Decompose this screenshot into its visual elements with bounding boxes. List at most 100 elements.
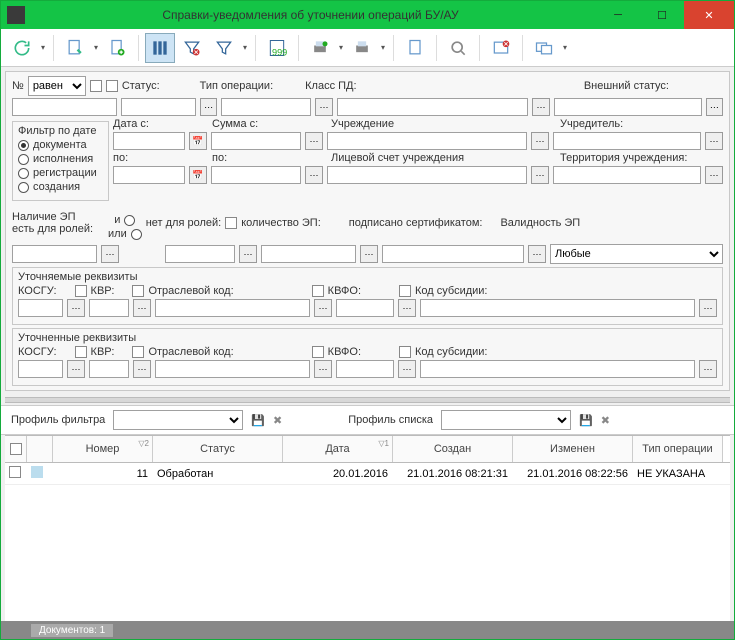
close-button[interactable]: ✕: [684, 1, 734, 29]
founder-input[interactable]: [553, 132, 701, 150]
titlebar: Справки-уведомления об уточнении операци…: [1, 1, 734, 29]
ep-count-lookup[interactable]: ⋯: [360, 245, 378, 263]
g2-kvfo-input[interactable]: [336, 360, 394, 378]
calc-icon[interactable]: 999.99: [262, 33, 292, 63]
g2-kosgu-input[interactable]: [18, 360, 63, 378]
status-check[interactable]: [106, 80, 118, 92]
new-icon[interactable]: [102, 33, 132, 63]
classpd-label: Класс ПД:: [305, 80, 356, 92]
extstatus-lookup[interactable]: ⋯: [706, 98, 723, 116]
number-op-select[interactable]: равен: [28, 76, 86, 96]
ep-has-lookup[interactable]: ⋯: [101, 245, 119, 263]
optype-lookup[interactable]: ⋯: [315, 98, 332, 116]
acct-lookup[interactable]: ⋯: [531, 166, 549, 184]
refresh-icon[interactable]: [7, 33, 37, 63]
ep-validity-select[interactable]: Любые: [550, 244, 723, 264]
terr-lookup[interactable]: ⋯: [705, 166, 723, 184]
header-check[interactable]: [10, 443, 22, 455]
list-profile-select[interactable]: [441, 410, 571, 430]
g1-subsidy-input[interactable]: [420, 299, 695, 317]
minimize-button[interactable]: ─: [596, 1, 640, 29]
filter-panel: № равен Статус: Тип операции: Класс ПД: …: [5, 71, 730, 391]
print1-drop[interactable]: ▾: [337, 43, 345, 52]
g2-otrasl-input[interactable]: [155, 360, 310, 378]
svg-text:999.99: 999.99: [272, 47, 287, 57]
status-docs: Документов: 1: [31, 624, 113, 637]
row-check[interactable]: [9, 466, 21, 478]
terr-input[interactable]: [553, 166, 701, 184]
status-lookup[interactable]: ⋯: [200, 98, 217, 116]
ep-count-input[interactable]: [261, 245, 356, 263]
ep-count-check[interactable]: [225, 217, 237, 229]
ep-no-input[interactable]: [165, 245, 235, 263]
date-to-input[interactable]: [113, 166, 185, 184]
radio-reg[interactable]: [18, 168, 29, 179]
g2-kvr-input[interactable]: [89, 360, 129, 378]
main-toolbar: ▾ ▾ ▾ 999.99 ▾ ▾ ▾: [1, 29, 734, 67]
doc-icon[interactable]: [400, 33, 430, 63]
table-row[interactable]: 11 Обработан 20.01.2016 21.01.2016 08:21…: [5, 463, 730, 485]
number-check[interactable]: [90, 80, 102, 92]
splitter[interactable]: [5, 397, 730, 403]
data-grid: Номер▽2 Статус Дата▽1 Создан Изменен Тип…: [5, 435, 730, 621]
clear-filter-icon[interactable]: ✖: [273, 414, 282, 427]
inst-lookup[interactable]: ⋯: [531, 132, 549, 150]
edit-drop[interactable]: ▾: [92, 43, 100, 52]
sum-to-btn[interactable]: ⋯: [305, 166, 323, 184]
print2-icon[interactable]: [347, 33, 377, 63]
edit-icon[interactable]: [60, 33, 90, 63]
group-specified: Уточняемые реквизиты КОСГУ: КВР: Отрасле…: [12, 267, 723, 325]
date-to-cal[interactable]: 📅: [189, 166, 207, 184]
clear-list-icon[interactable]: ✖: [601, 414, 610, 427]
optype-input[interactable]: [221, 98, 311, 116]
filter3-drop[interactable]: ▾: [241, 43, 249, 52]
sum-from-btn[interactable]: ⋯: [305, 132, 323, 150]
windows-icon[interactable]: [529, 33, 559, 63]
save-filter-icon[interactable]: 💾: [251, 414, 265, 427]
ep-or-radio[interactable]: [131, 229, 142, 240]
date-from-cal[interactable]: 📅: [189, 132, 207, 150]
classpd-input[interactable]: [337, 98, 529, 116]
date-from-input[interactable]: [113, 132, 185, 150]
radio-exec[interactable]: [18, 154, 29, 165]
g1-kvfo-input[interactable]: [336, 299, 394, 317]
print1-icon[interactable]: [305, 33, 335, 63]
extstatus-input[interactable]: [554, 98, 702, 116]
save-list-icon[interactable]: 💾: [579, 414, 593, 427]
windows-drop[interactable]: ▾: [561, 43, 569, 52]
status-input[interactable]: [121, 98, 196, 116]
window-title: Справки-уведомления об уточнении операци…: [25, 8, 596, 22]
ep-and-radio[interactable]: [124, 215, 135, 226]
classpd-lookup[interactable]: ⋯: [532, 98, 549, 116]
radio-doc[interactable]: [18, 140, 29, 151]
filter-profile-select[interactable]: [113, 410, 243, 430]
g2-subsidy-input[interactable]: [420, 360, 695, 378]
sum-from-input[interactable]: [211, 132, 301, 150]
status-label: Статус:: [122, 80, 160, 92]
maximize-button[interactable]: ☐: [640, 1, 684, 29]
g1-otrasl-input[interactable]: [155, 299, 310, 317]
row-status-icon: [31, 466, 43, 478]
print2-drop[interactable]: ▾: [379, 43, 387, 52]
filter2-icon[interactable]: [177, 33, 207, 63]
ep-no-lookup[interactable]: ⋯: [239, 245, 257, 263]
profile-bar: Профиль фильтра 💾 ✖ Профиль списка 💾 ✖: [1, 405, 734, 435]
search-icon[interactable]: [443, 33, 473, 63]
ep-has-input[interactable]: [12, 245, 97, 263]
acct-input[interactable]: [327, 166, 527, 184]
g1-kosgu-input[interactable]: [18, 299, 63, 317]
close-doc-icon[interactable]: [486, 33, 516, 63]
refresh-drop[interactable]: ▾: [39, 43, 47, 52]
radio-create[interactable]: [18, 182, 29, 193]
founder-lookup[interactable]: ⋯: [705, 132, 723, 150]
ep-cert-lookup[interactable]: ⋯: [528, 245, 546, 263]
g1-kvr-input[interactable]: [89, 299, 129, 317]
inst-input[interactable]: [327, 132, 527, 150]
filter1-icon[interactable]: [145, 33, 175, 63]
number-input[interactable]: [12, 98, 117, 116]
filter3-icon[interactable]: [209, 33, 239, 63]
ep-cert-input[interactable]: [382, 245, 524, 263]
grid-header: Номер▽2 Статус Дата▽1 Создан Изменен Тип…: [5, 435, 730, 463]
sum-to-input[interactable]: [211, 166, 301, 184]
number-label: №: [12, 80, 24, 92]
